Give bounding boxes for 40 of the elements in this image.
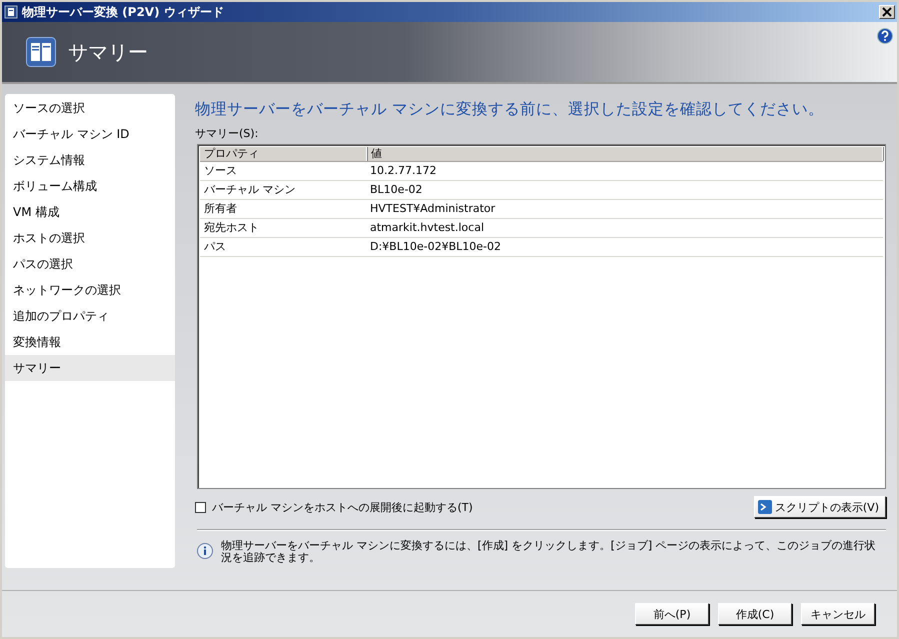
help-icon[interactable] bbox=[877, 28, 893, 44]
dialog-button[interactable]: キャンセル bbox=[801, 603, 875, 625]
checkbox[interactable] bbox=[195, 502, 206, 512]
info-icon bbox=[197, 543, 213, 559]
sidebar-item[interactable]: 変換情報 bbox=[5, 329, 175, 355]
column-header[interactable]: プロパティ bbox=[200, 147, 367, 161]
table-cell-text: パス bbox=[203, 239, 227, 255]
table-cell-text: D:¥BL10e-02¥BL10e-02 bbox=[369, 239, 502, 255]
sidebar-item[interactable]: パスの選択 bbox=[5, 251, 175, 277]
column-header[interactable]: 値 bbox=[367, 147, 883, 161]
server-icon bbox=[4, 5, 18, 19]
dialog-button[interactable]: 前へ(P) bbox=[635, 603, 709, 625]
sidebar-item[interactable]: サマリー bbox=[5, 355, 175, 381]
field-label: サマリー(S): bbox=[195, 126, 260, 141]
table-cell-text: atmarkit.hvtest.local bbox=[369, 220, 486, 236]
sidebar-item[interactable]: システム情報 bbox=[5, 147, 175, 173]
info-message: 物理サーバーをバーチャル マシンに変換するには、[作成] をクリックします。[ジョブ] ページの表示によって、このジョブの進行状況を追跡できます。 bbox=[221, 540, 877, 564]
checkbox-label: バーチャル マシンをホストへの展開後に起動する(T) bbox=[212, 500, 473, 514]
view-script-button[interactable]: スクリプトの表示(V) bbox=[754, 496, 886, 518]
sidebar-item[interactable]: ボリューム構成 bbox=[5, 173, 175, 199]
window-title: 物理サーバー変換 (P2V) ウィザード bbox=[22, 4, 225, 20]
instruction-heading: 物理サーバーをバーチャル マシンに変換する前に、選択した設定を確認してください。 bbox=[195, 99, 825, 120]
sidebar-item[interactable]: ホストの選択 bbox=[5, 225, 175, 251]
sidebar-item[interactable]: バーチャル マシン ID bbox=[5, 121, 175, 147]
table-cell-text: 宛先ホスト bbox=[203, 220, 260, 236]
table-cell-text: 所有者 bbox=[203, 201, 238, 217]
sidebar-item[interactable]: 追加のプロパティ bbox=[5, 303, 175, 329]
sidebar-item[interactable]: VM 構成 bbox=[5, 199, 175, 225]
sidebar-item[interactable]: ソースの選択 bbox=[5, 95, 175, 121]
table-cell-text: ソース bbox=[203, 163, 238, 179]
server-icon bbox=[26, 37, 56, 67]
sidebar-item[interactable]: ネットワークの選択 bbox=[5, 277, 175, 303]
terminal-icon bbox=[758, 500, 772, 514]
page-title: サマリー bbox=[68, 38, 149, 66]
close-button[interactable] bbox=[879, 5, 895, 19]
dialog-button[interactable]: 作成(C) bbox=[718, 603, 792, 625]
table-cell-text: バーチャル マシン bbox=[203, 182, 296, 198]
table-cell-text: 10.2.77.172 bbox=[369, 163, 438, 179]
table-cell-text: HVTEST¥Administrator bbox=[369, 201, 496, 217]
table-cell-text: BL10e-02 bbox=[369, 182, 424, 198]
